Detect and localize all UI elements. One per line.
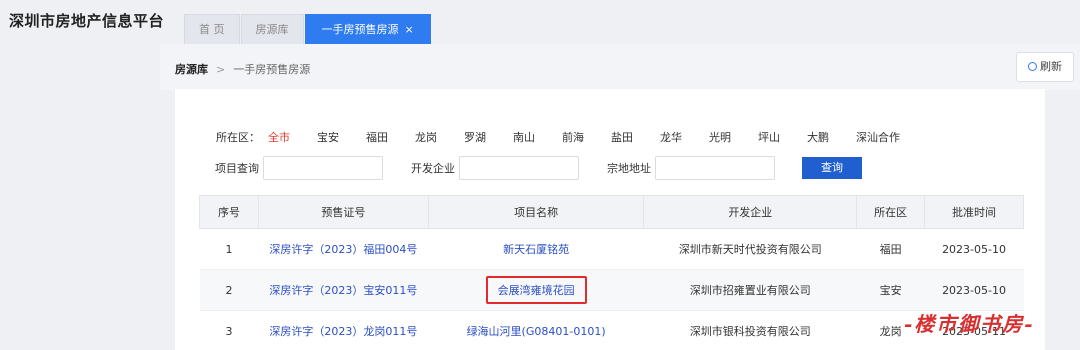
cert-link[interactable]: 深房许字（2023）龙岗011号 [258, 310, 429, 350]
presale-table: 序号 预售证号 项目名称 开发企业 所在区 批准时间 1 深房许字（2023）福… [199, 195, 1024, 350]
project-link[interactable]: 新天石厦铭苑 [428, 228, 644, 270]
header-no: 序号 [199, 195, 259, 229]
header-project: 项目名称 [427, 195, 645, 229]
district-futian[interactable]: 福田 [366, 129, 415, 145]
tab-listings[interactable]: 房源库 [240, 14, 304, 44]
top-bar: 深圳市房地产信息平台 首 页 房源库 一手房预售房源 × [0, 0, 1080, 44]
developer-label: 开发企业 [411, 162, 455, 175]
district-yantian[interactable]: 盐田 [611, 129, 660, 145]
cert-link[interactable]: 深房许字（2023）福田004号 [258, 228, 429, 270]
district-all[interactable]: 全市 [268, 129, 317, 145]
breadcrumb: 房源库 > 一手房预售房源 [175, 61, 310, 77]
row-no: 1 [199, 228, 259, 270]
project-link[interactable]: 会展湾雍境花园 [485, 276, 587, 304]
cert-link[interactable]: 深房许字（2023）宝安011号 [258, 269, 429, 311]
developer-cell: 深圳市招雍置业有限公司 [643, 269, 857, 311]
tab-home[interactable]: 首 页 [184, 14, 240, 44]
developer-cell: 深圳市新天时代投资有限公司 [643, 228, 857, 270]
header-cert: 预售证号 [257, 195, 429, 229]
district-pingshan[interactable]: 坪山 [758, 129, 807, 145]
district-nanshan[interactable]: 南山 [513, 129, 562, 145]
developer-input[interactable] [459, 156, 579, 180]
refresh-label: 刷新 [1040, 60, 1062, 73]
district-luohu[interactable]: 罗湖 [464, 129, 513, 145]
district-cell: 宝安 [856, 269, 925, 311]
district-cell: 福田 [856, 228, 925, 270]
developer-cell: 深圳市银科投资有限公司 [643, 310, 857, 350]
project-link[interactable]: 绿海山河里(G08401-0101) [428, 310, 644, 350]
close-icon[interactable]: × [405, 23, 414, 36]
district-baoan[interactable]: 宝安 [317, 129, 366, 145]
breadcrumb-separator: > [216, 63, 226, 76]
refresh-button[interactable]: 刷新 [1016, 52, 1074, 82]
tab-presale-label: 一手房预售房源 [321, 23, 399, 36]
app-title: 深圳市房地产信息平台 [9, 12, 165, 30]
table-row: 2 深房许字（2023）宝安011号 会展湾雍境花园 深圳市招雍置业有限公司 宝… [199, 269, 1024, 311]
watermark: -楼市御书房- [904, 312, 1035, 336]
search-button[interactable]: 查询 [802, 157, 862, 179]
search-row: 项目查询 开发企业 宗地地址 查询 [215, 156, 862, 180]
refresh-icon [1028, 62, 1037, 71]
row-no: 2 [199, 269, 259, 311]
date-cell: 2023-05-10 [924, 269, 1024, 311]
district-label: 所在区： [216, 131, 260, 144]
header-developer: 开发企业 [643, 195, 858, 229]
header-date: 批准时间 [924, 195, 1024, 229]
header-district: 所在区 [856, 195, 926, 229]
row-no: 3 [199, 310, 259, 350]
district-longhua[interactable]: 龙华 [660, 129, 709, 145]
breadcrumb-current: 一手房预售房源 [233, 63, 311, 76]
parcel-address-label: 宗地地址 [607, 162, 651, 175]
district-filter: 所在区： 全市 宝安 福田 龙岗 罗湖 南山 前海 盐田 龙华 光明 坪山 大鹏… [216, 129, 916, 145]
district-longgang[interactable]: 龙岗 [415, 129, 464, 145]
tab-bar: 首 页 房源库 一手房预售房源 × [184, 14, 432, 44]
parcel-address-input[interactable] [655, 156, 775, 180]
project-search-input[interactable] [263, 156, 383, 180]
breadcrumb-root[interactable]: 房源库 [175, 63, 208, 76]
breadcrumb-bar: 房源库 > 一手房预售房源 刷新 [160, 44, 1080, 90]
table-header-row: 序号 预售证号 项目名称 开发企业 所在区 批准时间 [199, 195, 1024, 229]
district-shenshan[interactable]: 深汕合作 [856, 129, 916, 145]
project-search-label: 项目查询 [215, 162, 259, 175]
table-row: 3 深房许字（2023）龙岗011号 绿海山河里(G08401-0101) 深圳… [199, 310, 1024, 350]
tab-presale[interactable]: 一手房预售房源 × [304, 14, 431, 44]
district-guangming[interactable]: 光明 [709, 129, 758, 145]
district-dapeng[interactable]: 大鹏 [807, 129, 856, 145]
table-row: 1 深房许字（2023）福田004号 新天石厦铭苑 深圳市新天时代投资有限公司 … [199, 228, 1024, 270]
date-cell: 2023-05-10 [924, 228, 1024, 270]
district-qianhai[interactable]: 前海 [562, 129, 611, 145]
project-cell-highlighted: 会展湾雍境花园 [428, 269, 644, 311]
